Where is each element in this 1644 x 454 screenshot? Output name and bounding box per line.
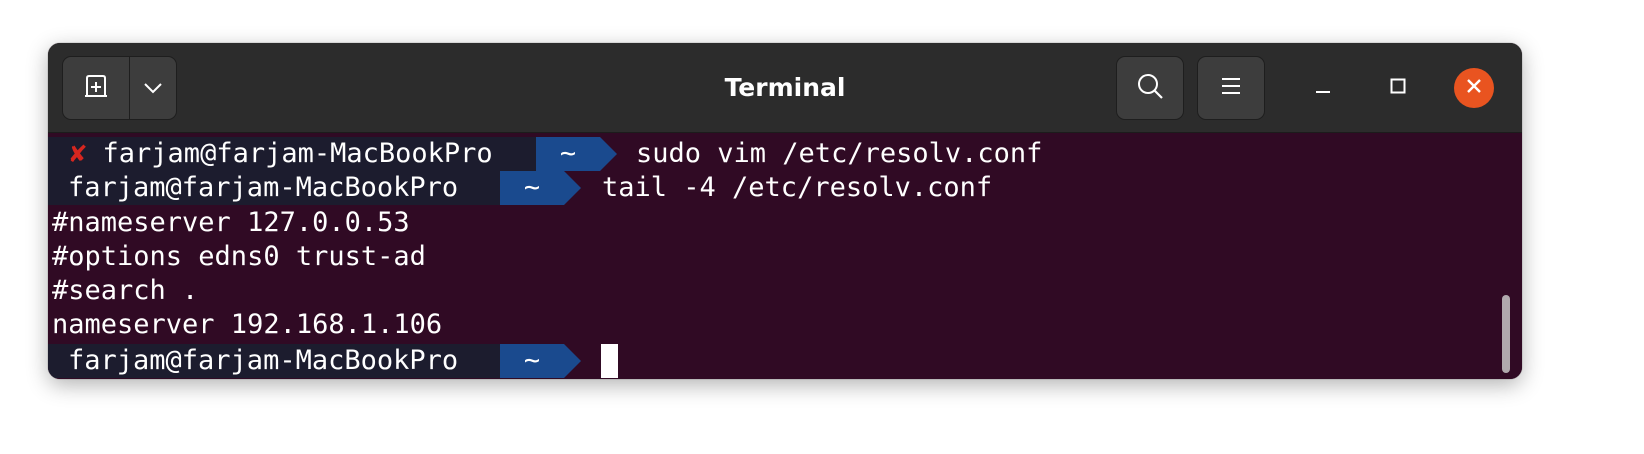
prompt-separator [600,137,617,171]
title-bar: Terminal [48,43,1522,133]
chevron-down-icon [143,79,163,98]
vertical-scrollbar[interactable] [1502,295,1510,373]
search-button[interactable] [1116,56,1184,120]
maximize-icon [1390,78,1406,98]
command-text: sudo vim /etc/resolv.conf [636,138,1043,169]
minimize-button[interactable] [1303,68,1343,108]
new-tab-dropdown-button[interactable] [129,56,177,120]
prompt-user-host: farjam@farjam-MacBookPro [48,344,500,378]
close-button[interactable] [1454,68,1494,108]
prompt-separator [564,344,581,378]
output-line: #search . [52,275,199,306]
maximize-button[interactable] [1378,68,1418,108]
terminal-output-area[interactable]: ✘ farjam@farjam-MacBookPro ~ sudo vim /e… [48,133,1522,379]
prompt-line-current: farjam@farjam-MacBookPro ~ [48,344,1522,378]
search-icon [1135,71,1165,105]
prompt-line: ✘ farjam@farjam-MacBookPro ~ sudo vim /e… [48,137,1522,171]
close-icon [1465,77,1483,99]
terminal-window: Terminal ✘ farjam@farjam-MacBookPro ~ su… [48,43,1522,379]
menu-button[interactable] [1197,56,1265,120]
prompt-user-host: farjam@farjam-MacBookPro [48,171,500,205]
minimize-icon [1315,78,1331,98]
new-tab-button[interactable] [62,56,130,120]
user-host-text: farjam@farjam-MacBookPro [102,138,493,169]
prompt-separator [564,171,581,205]
text-cursor [601,344,618,378]
window-title: Terminal [724,73,846,102]
prompt-line: farjam@farjam-MacBookPro ~ tail -4 /etc/… [48,171,1522,205]
output-line: #options edns0 trust-ad [52,241,426,272]
new-tab-icon [82,73,110,103]
prompt-directory: ~ [536,137,600,171]
prompt-user-host: ✘ farjam@farjam-MacBookPro [48,137,536,171]
error-status-mark: ✘ [70,138,87,169]
output-line: nameserver 192.168.1.106 [52,309,443,340]
prompt-directory: ~ [500,171,564,205]
output-line: #nameserver 127.0.0.53 [52,207,410,238]
prompt-directory: ~ [500,344,564,378]
hamburger-menu-icon [1220,76,1242,100]
command-text: tail -4 /etc/resolv.conf [602,172,993,203]
